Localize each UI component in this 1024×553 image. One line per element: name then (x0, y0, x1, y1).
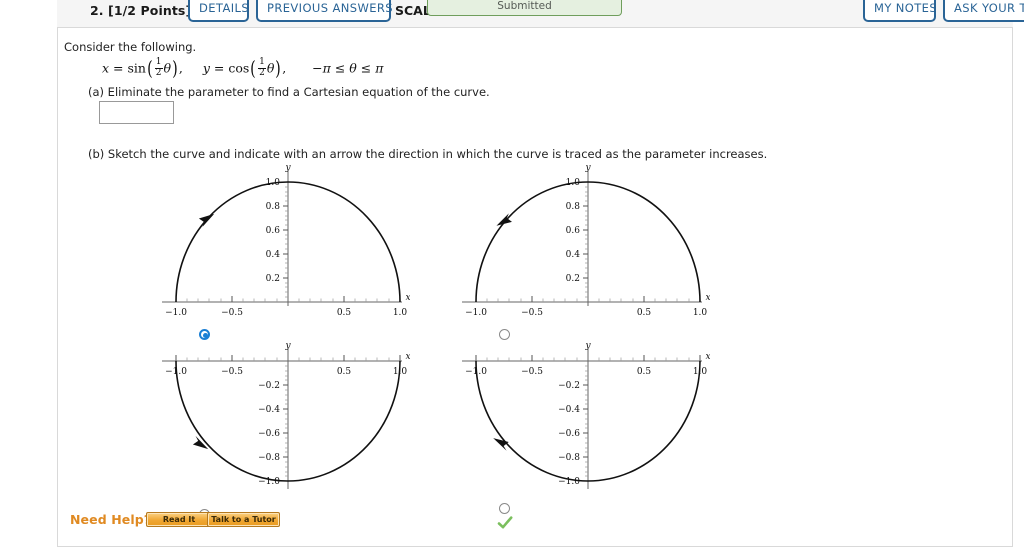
svg-text:1.0: 1.0 (393, 308, 408, 318)
svg-text:y: y (584, 341, 591, 351)
svg-text:0.8: 0.8 (566, 202, 581, 212)
svg-text:0.4: 0.4 (566, 250, 581, 260)
question-points: [1/2 Points] (108, 3, 192, 18)
svg-text:−0.4: −0.4 (258, 405, 280, 415)
talk-to-tutor-button[interactable]: Talk to a Tutor (207, 512, 280, 527)
svg-text:−0.8: −0.8 (258, 453, 280, 463)
svg-text:x: x (405, 293, 410, 303)
svg-text:y: y (284, 341, 291, 351)
ask-your-teacher-button[interactable]: ASK YOUR TEACHER (943, 0, 1024, 22)
my-notes-button[interactable]: MY NOTES (863, 0, 937, 22)
question-page: 2. [1/2 Points] DETAILS PREVIOUS ANSWERS… (0, 0, 1024, 553)
details-button[interactable]: DETAILS (188, 0, 249, 22)
svg-text:0.8: 0.8 (266, 202, 281, 212)
option-2-radio[interactable] (499, 329, 510, 340)
svg-text:0.5: 0.5 (637, 367, 652, 377)
svg-text:−0.6: −0.6 (258, 429, 280, 439)
svg-text:0.5: 0.5 (337, 308, 352, 318)
graph-option-4[interactable]: y x (440, 341, 711, 529)
need-help-label: Need Help? (70, 512, 152, 527)
svg-text:−1.0: −1.0 (558, 477, 580, 487)
svg-text:−1.0: −1.0 (258, 477, 280, 487)
svg-text:0.6: 0.6 (566, 226, 581, 236)
submitted-label: Submitted (497, 0, 552, 12)
svg-text:−0.4: −0.4 (558, 405, 580, 415)
svg-text:x: x (705, 293, 710, 303)
graph-options-group: y x (58, 28, 1014, 547)
graph-2-plot: y x (462, 163, 711, 318)
svg-text:y: y (584, 163, 591, 173)
svg-text:−1.0: −1.0 (465, 308, 487, 318)
svg-text:1.0: 1.0 (693, 308, 708, 318)
svg-text:−0.5: −0.5 (221, 308, 243, 318)
graph-option-1[interactable]: y x (140, 161, 411, 340)
graph-option-2[interactable]: y x (440, 161, 711, 340)
svg-text:−0.2: −0.2 (558, 381, 580, 391)
svg-text:−0.8: −0.8 (558, 453, 580, 463)
graph-3-plot: y x (162, 341, 411, 489)
svg-text:x: x (405, 352, 410, 362)
correct-checkmark-icon (497, 516, 513, 529)
svg-text:−0.5: −0.5 (521, 308, 543, 318)
svg-text:0.2: 0.2 (266, 274, 280, 284)
svg-text:y: y (284, 163, 291, 173)
question-number: 2. (90, 3, 104, 18)
read-it-button[interactable]: Read It (146, 512, 212, 527)
graph-1-plot: y x (162, 163, 411, 318)
svg-text:x: x (705, 352, 710, 362)
svg-text:0.2: 0.2 (566, 274, 580, 284)
svg-text:0.6: 0.6 (266, 226, 281, 236)
svg-text:0.4: 0.4 (266, 250, 281, 260)
svg-text:−0.5: −0.5 (521, 367, 543, 377)
option-4-radio[interactable] (499, 503, 510, 514)
submitted-banner: Submitted (427, 0, 622, 16)
question-content-panel: Consider the following. x = sin(1 2 θ), y … (57, 28, 1013, 547)
svg-text:−0.2: −0.2 (258, 381, 280, 391)
previous-answers-button[interactable]: PREVIOUS ANSWERS (256, 0, 393, 22)
svg-text:0.5: 0.5 (337, 367, 352, 377)
option-1-radio[interactable] (199, 329, 210, 340)
graph-option-3[interactable]: y x (140, 341, 411, 520)
graph-4-plot: y x (462, 341, 711, 489)
svg-text:−0.6: −0.6 (558, 429, 580, 439)
svg-text:−1.0: −1.0 (165, 308, 187, 318)
svg-text:−0.5: −0.5 (221, 367, 243, 377)
svg-text:0.5: 0.5 (637, 308, 652, 318)
